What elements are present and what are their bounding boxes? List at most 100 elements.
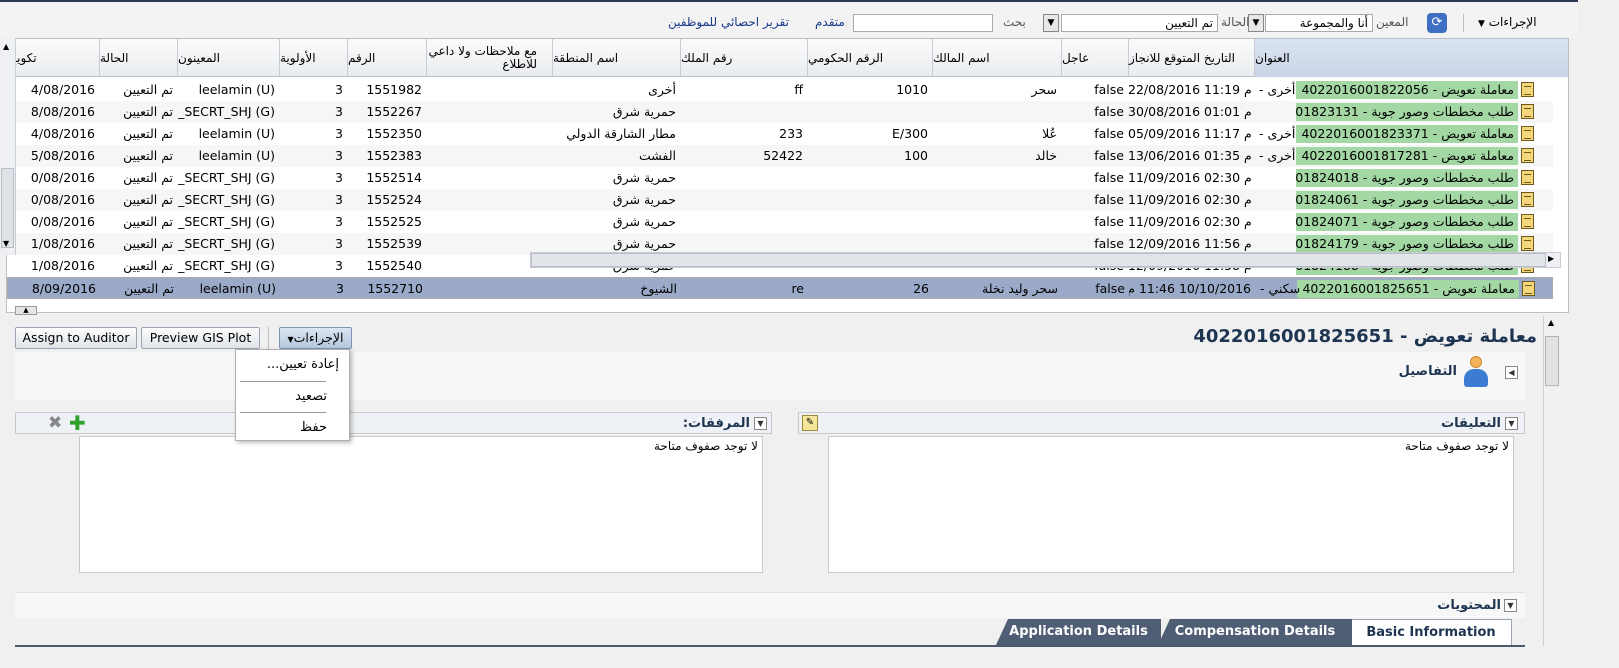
cell-area: حمرية شرق [612,170,676,185]
cell-owner [932,211,1061,233]
task-title-link[interactable]: طلب مخططات وصور جوية - 42016001824018 [1296,169,1518,187]
assign-to-auditor-button[interactable]: Assign to Auditor [15,327,137,349]
scroll-right-icon[interactable]: ▶ [1548,254,1554,263]
table-row[interactable]: 8/08/2016 تم التعيين _SECRT_SHJ (G) 3 155226… [7,101,1553,123]
scroll-up-icon[interactable]: ▲ [3,42,9,51]
cell-assignee: leelamin (U) [198,148,275,163]
cell-prio: 3 [335,236,343,251]
contents-collapse-icon[interactable]: ▼ [1504,599,1517,612]
task-title-link[interactable]: طلب مخططات وصور جوية - 42016001824061 [1296,191,1518,209]
assignee-label: المعين [1376,15,1409,29]
scroll-down-icon[interactable]: ▼ [3,239,9,248]
cell-assignee: leelamin (U) [198,82,275,97]
col-owner-name[interactable]: اسم المالك [932,39,1061,77]
table-row[interactable]: 0/08/2016 تم التعيين _SECRT_SHJ (G) 3 155251… [7,167,1553,189]
refresh-icon[interactable]: ⟳ [1427,13,1447,33]
task-title-link[interactable]: طلب مخططات وصور جوية - 42016001824179 [1296,235,1518,253]
table-row[interactable]: 4/08/2016 تم التعيين leelamin (U) 3 1552350 م… [7,123,1553,145]
attachments-header: ✖ ✚ ▼ المرفقات: [15,411,772,435]
attachments-collapse-icon[interactable]: ▼ [754,417,767,430]
table-horizontal-scrollbar[interactable]: ▶ [530,252,1561,268]
cell-owner: سحر وليد نخلة [982,281,1058,296]
cell-num: 1551982 [366,82,422,97]
detail-actions-label: الإجراءات [293,330,344,345]
scroll-thumb[interactable] [1,168,14,248]
col-expected-date[interactable]: التاريخ المتوقع للانجاز [1128,39,1254,77]
search-input[interactable] [853,14,993,32]
cell-urgent: false [1094,82,1124,97]
table-vertical-scrollbar[interactable]: ▲ ▼ [0,38,16,255]
splitter-collapse-icon[interactable]: ▲ [15,306,37,315]
advanced-search-link[interactable]: متقدم [815,12,845,32]
comments-collapse-icon[interactable]: ▼ [1505,417,1518,430]
cell-date: 10/10/2016 11:46 م [1129,281,1251,296]
menu-item-reassign[interactable]: إعادة تعيين... [267,357,339,372]
cell-date: 11/09/2016 02:30 م [1128,192,1252,207]
col-created[interactable]: تكوين [7,39,99,77]
table-row[interactable]: 5/08/2016 تم التعيين leelamin (U) 3 1552383 ا… [7,145,1553,167]
col-status[interactable]: الحالة [99,39,177,77]
cell-num: 1552540 [366,258,422,273]
col-number[interactable]: الرقم [347,39,426,77]
task-title-link[interactable]: معاملة تعويض - 4022016001822056 [1296,81,1518,99]
details-expand-icon[interactable]: ◀ [1505,366,1518,379]
page-scroll-thumb[interactable] [1545,336,1559,386]
task-title-link[interactable]: طلب مخططات وصور جوية - 42016001824071 [1296,213,1518,231]
cell-num: 1552539 [366,236,422,251]
col-title[interactable]: العنوان [1254,39,1568,77]
preview-gis-plot-button[interactable]: Preview GIS Plot [141,327,260,349]
table-row[interactable]: 0/08/2016 تم التعيين _SECRT_SHJ (G) 3 155252… [7,211,1553,233]
menu-item-escalate[interactable]: تصعيد [295,389,327,404]
tab-basic-information[interactable]: Basic Information [1350,619,1512,645]
cell-plot: 233 [779,126,803,141]
col-urgent[interactable]: عاجل [1061,39,1128,77]
hscroll-thumb[interactable] [531,253,1546,267]
cell-owner [932,189,1061,211]
actions-menu[interactable]: ▼ الإجراءات [1478,12,1537,32]
cell-note [426,167,552,189]
task-title-link[interactable]: معاملة تعويض - 4022016001823371 [1296,125,1518,143]
task-document-icon [1521,214,1534,229]
task-title-link[interactable]: معاملة تعويض - 4022016001825651 [1297,280,1519,298]
tab-compensation-details[interactable]: Compensation Details [1158,619,1352,645]
cell-created: 4/08/2016 [30,126,95,141]
assignee-select[interactable]: أنا والمجموعة [1265,14,1373,32]
cell-area: الفشت [638,148,676,163]
cell-created: 1/08/2016 [30,236,95,251]
cell-assignee: leelamin (U) [199,281,276,296]
col-government-number[interactable]: الرقم الحكومي [807,39,932,77]
cell-status: تم التعيين [123,214,173,229]
task-title-link[interactable]: طلب مخططات وصور جوية - 42016001823131 [1296,103,1518,121]
col-priority[interactable]: الأولوية [279,39,347,77]
col-area-name[interactable]: اسم المنطقة [552,39,680,77]
task-document-icon [1521,148,1534,163]
table-row[interactable]: 4/08/2016 تم التعيين leelamin (U) 3 1551982 أ… [7,79,1553,101]
cell-date: 11/09/2016 02:30 م [1128,170,1252,185]
assignee-dropdown-icon[interactable]: ▼ [1248,14,1264,32]
contents-heading: المحتويات [1437,598,1501,613]
tab-application-details[interactable]: Application Details [996,619,1161,645]
page-scrollbar[interactable]: ▲ [1543,316,1560,646]
page-scroll-up-icon[interactable]: ▲ [1548,318,1554,327]
actions-menu-label: الإجراءات [1488,15,1537,29]
task-title-link[interactable]: معاملة تعويض - 4022016001817281 [1296,147,1518,165]
remove-attachment-icon[interactable]: ✖ [48,413,62,433]
table-row[interactable]: 8/09/2016 تم التعيين leelamin (U) 3 1552710 ا… [7,277,1553,299]
task-title-suffix: أخرى - [1259,148,1296,163]
detail-title: معاملة تعويض - 4022016001825651 [1193,326,1537,347]
table-row[interactable]: 0/08/2016 تم التعيين _SECRT_SHJ (G) 3 155252… [7,189,1553,211]
cell-note [426,211,552,233]
col-plot-number[interactable]: رقم الملك [680,39,807,77]
user-avatar-icon [1462,356,1490,390]
detail-actions-button[interactable]: ▼الإجراءات [279,327,352,349]
add-comment-icon[interactable]: ✎ [802,415,818,431]
status-dropdown-icon[interactable]: ▼ [1043,14,1059,32]
col-notes[interactable]: مع ملاحظات ولا داعي للاطلاع [426,39,552,77]
menu-item-save[interactable]: حفظ [300,420,327,435]
cell-note [426,145,552,167]
status-select[interactable]: تم التعيين [1061,14,1218,32]
task-table: العنوان التاريخ المتوقع للانجاز عاجل اسم… [6,38,1569,313]
col-assignees[interactable]: المعينون [177,39,279,77]
staff-report-link[interactable]: تقرير احصائي للموظفين [668,12,789,32]
add-attachment-icon[interactable]: ✚ [69,411,86,435]
